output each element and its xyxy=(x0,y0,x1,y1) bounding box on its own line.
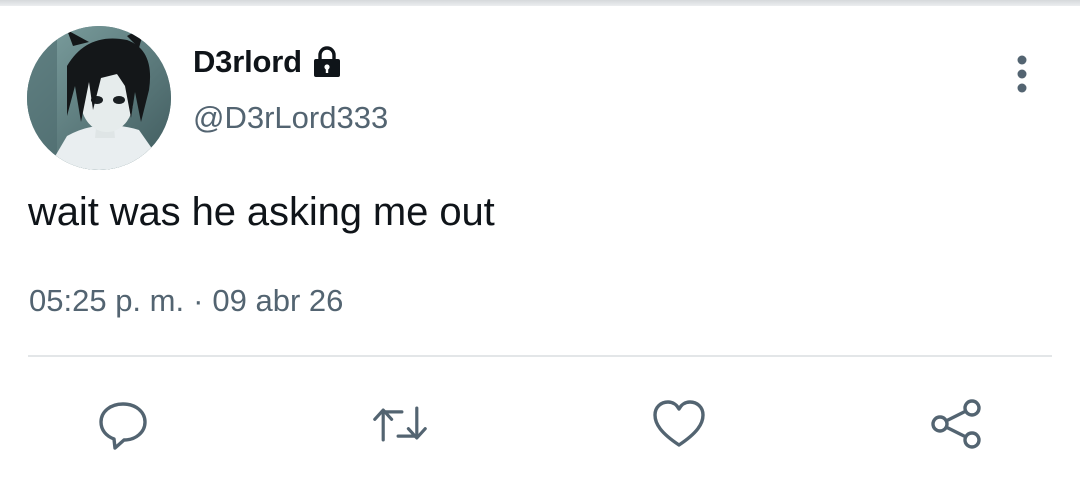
share-icon xyxy=(931,399,981,449)
more-vertical-icon xyxy=(1017,55,1027,93)
heart-icon xyxy=(653,400,705,447)
more-options-button[interactable] xyxy=(1004,52,1040,96)
tweet-text: wait was he asking me out xyxy=(28,190,495,234)
tweet-timestamp: 05:25 p. m. · 09 abr 26 xyxy=(29,283,343,319)
top-divider xyxy=(0,0,1080,6)
retweet-button[interactable] xyxy=(372,396,428,452)
tweet-time: 05:25 p. m. xyxy=(29,283,185,318)
reply-button[interactable] xyxy=(95,396,151,452)
tweet-date: 09 abr 26 xyxy=(212,283,344,318)
share-button[interactable] xyxy=(928,396,984,452)
actions-divider xyxy=(28,355,1052,357)
profile-avatar[interactable] xyxy=(27,26,171,170)
author-name-row: D3rlord xyxy=(193,41,346,83)
meta-separator: · xyxy=(193,283,204,318)
comment-icon xyxy=(99,402,147,450)
retweet-icon xyxy=(373,406,427,442)
display-name[interactable]: D3rlord xyxy=(193,44,302,80)
user-handle[interactable]: @D3rLord333 xyxy=(193,100,388,136)
lock-icon xyxy=(310,44,346,80)
like-button[interactable] xyxy=(651,396,707,452)
